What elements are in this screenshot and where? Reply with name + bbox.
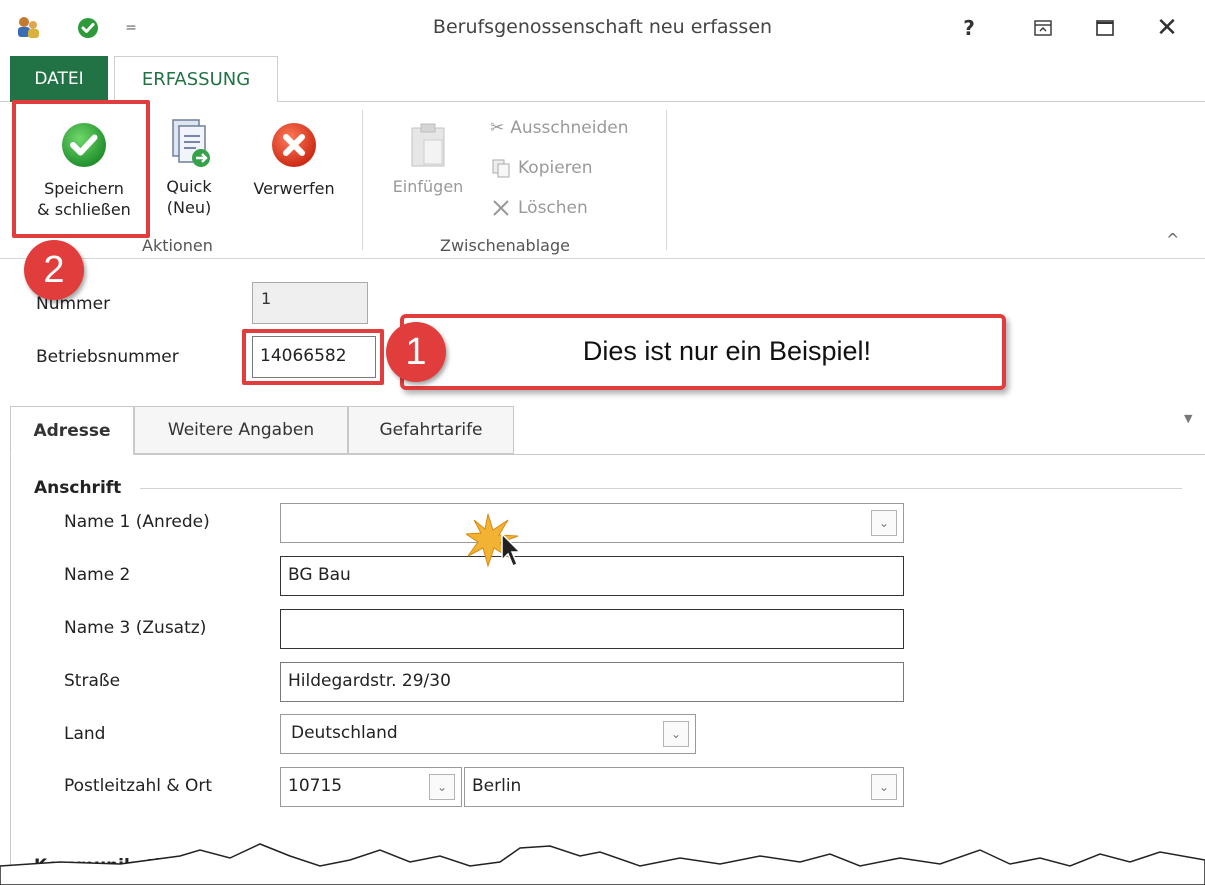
name3-label: Name 3 (Zusatz) <box>64 618 207 638</box>
cut-button[interactable]: ✂ Ausschneiden <box>490 114 628 142</box>
copy-icon <box>492 159 510 178</box>
name2-input[interactable]: BG Bau <box>280 556 904 596</box>
name3-input[interactable] <box>280 609 904 649</box>
click-cursor-icon <box>466 513 522 568</box>
cut-label: Ausschneiden <box>510 118 629 138</box>
tab-adresse[interactable]: Adresse <box>10 406 134 455</box>
scissors-icon: ✂ <box>490 118 505 138</box>
highlight-frame-betriebsnummer <box>242 329 384 385</box>
ort-value: Berlin <box>472 776 522 796</box>
close-button[interactable]: ✕ <box>1145 10 1189 46</box>
callout-text: Dies ist nur ein Beispiel! <box>582 336 872 366</box>
tab-datei[interactable]: DATEI <box>10 56 108 102</box>
maximize-icon[interactable] <box>1083 10 1127 46</box>
tab-erfassung[interactable]: ERFASSUNG <box>114 56 278 103</box>
chevron-down-icon[interactable]: ⌄ <box>871 510 897 536</box>
betriebsnummer-label: Betriebsnummer <box>36 347 179 367</box>
collapse-ribbon-button[interactable]: ^ <box>1166 230 1179 249</box>
name1-label: Name 1 (Anrede) <box>64 512 210 532</box>
copy-button[interactable]: Kopieren <box>490 154 593 182</box>
help-button[interactable]: ? <box>947 10 991 46</box>
ribbon-separator <box>666 110 667 250</box>
step-badge-2: 2 <box>24 240 84 300</box>
quick-new-button[interactable]: Quick (Neu) <box>148 116 230 218</box>
plz-select[interactable]: 10715 ⌄ <box>280 767 462 807</box>
plz-value: 10715 <box>288 776 343 796</box>
tabs-overflow-icon[interactable]: ▼ <box>1184 412 1192 425</box>
land-select[interactable]: Deutschland ⌄ <box>280 714 696 754</box>
group-label-zwischenablage: Zwischenablage <box>440 236 570 255</box>
quick-label-1: Quick <box>166 177 212 196</box>
land-label: Land <box>64 724 106 744</box>
quick-label-2: (Neu) <box>166 198 212 217</box>
delete-button[interactable]: Löschen <box>490 194 588 222</box>
paste-label: Einfügen <box>392 177 464 196</box>
highlight-frame-save <box>12 100 150 238</box>
plz-ort-label: Postleitzahl & Ort <box>64 776 213 796</box>
tab-weitere-angaben[interactable]: Weitere Angaben <box>134 406 348 454</box>
ort-select[interactable]: Berlin ⌄ <box>464 767 904 807</box>
discard-label: Verwerfen <box>253 179 335 198</box>
ribbon-separator <box>362 110 363 250</box>
torn-edge <box>0 843 1205 885</box>
cancel-x-icon <box>272 123 316 167</box>
step-badge-1: 1 <box>386 322 446 382</box>
title-bar: = Berufsgenossenschaft neu erfassen ? ✕ <box>0 0 1205 56</box>
tab-gefahrtarife[interactable]: Gefahrtarife <box>348 406 514 454</box>
chevron-down-icon[interactable]: ⌄ <box>663 721 689 747</box>
ribbon-tab-bar: DATEI ERFASSUNG <box>0 56 1205 103</box>
ribbon-display-options-icon[interactable] <box>1021 10 1065 46</box>
group-label-aktionen: Aktionen <box>142 236 213 255</box>
ribbon: Speichern & schließen Quick (Neu) Verwer… <box>0 102 1205 259</box>
delete-x-icon <box>493 200 509 216</box>
delete-label: Löschen <box>518 198 588 218</box>
name2-label: Name 2 <box>64 565 131 585</box>
name1-select[interactable]: ⌄ <box>280 503 904 543</box>
paste-button[interactable]: Einfügen <box>384 120 472 197</box>
chevron-down-icon[interactable]: ⌄ <box>429 774 455 800</box>
strasse-input[interactable]: Hildegardstr. 29/30 <box>280 662 904 702</box>
discard-button[interactable]: Verwerfen <box>240 120 348 199</box>
document-new-icon <box>172 119 210 167</box>
chevron-down-icon[interactable]: ⌄ <box>871 774 897 800</box>
copy-label: Kopieren <box>518 158 593 178</box>
land-value: Deutschland <box>291 723 398 743</box>
section-divider <box>140 488 1182 489</box>
strasse-label: Straße <box>64 671 121 691</box>
nummer-field: 1 <box>252 282 368 324</box>
section-title-anschrift: Anschrift <box>34 478 122 498</box>
callout-box: Dies ist nur ein Beispiel! <box>400 314 1006 390</box>
clipboard-icon <box>411 123 445 167</box>
